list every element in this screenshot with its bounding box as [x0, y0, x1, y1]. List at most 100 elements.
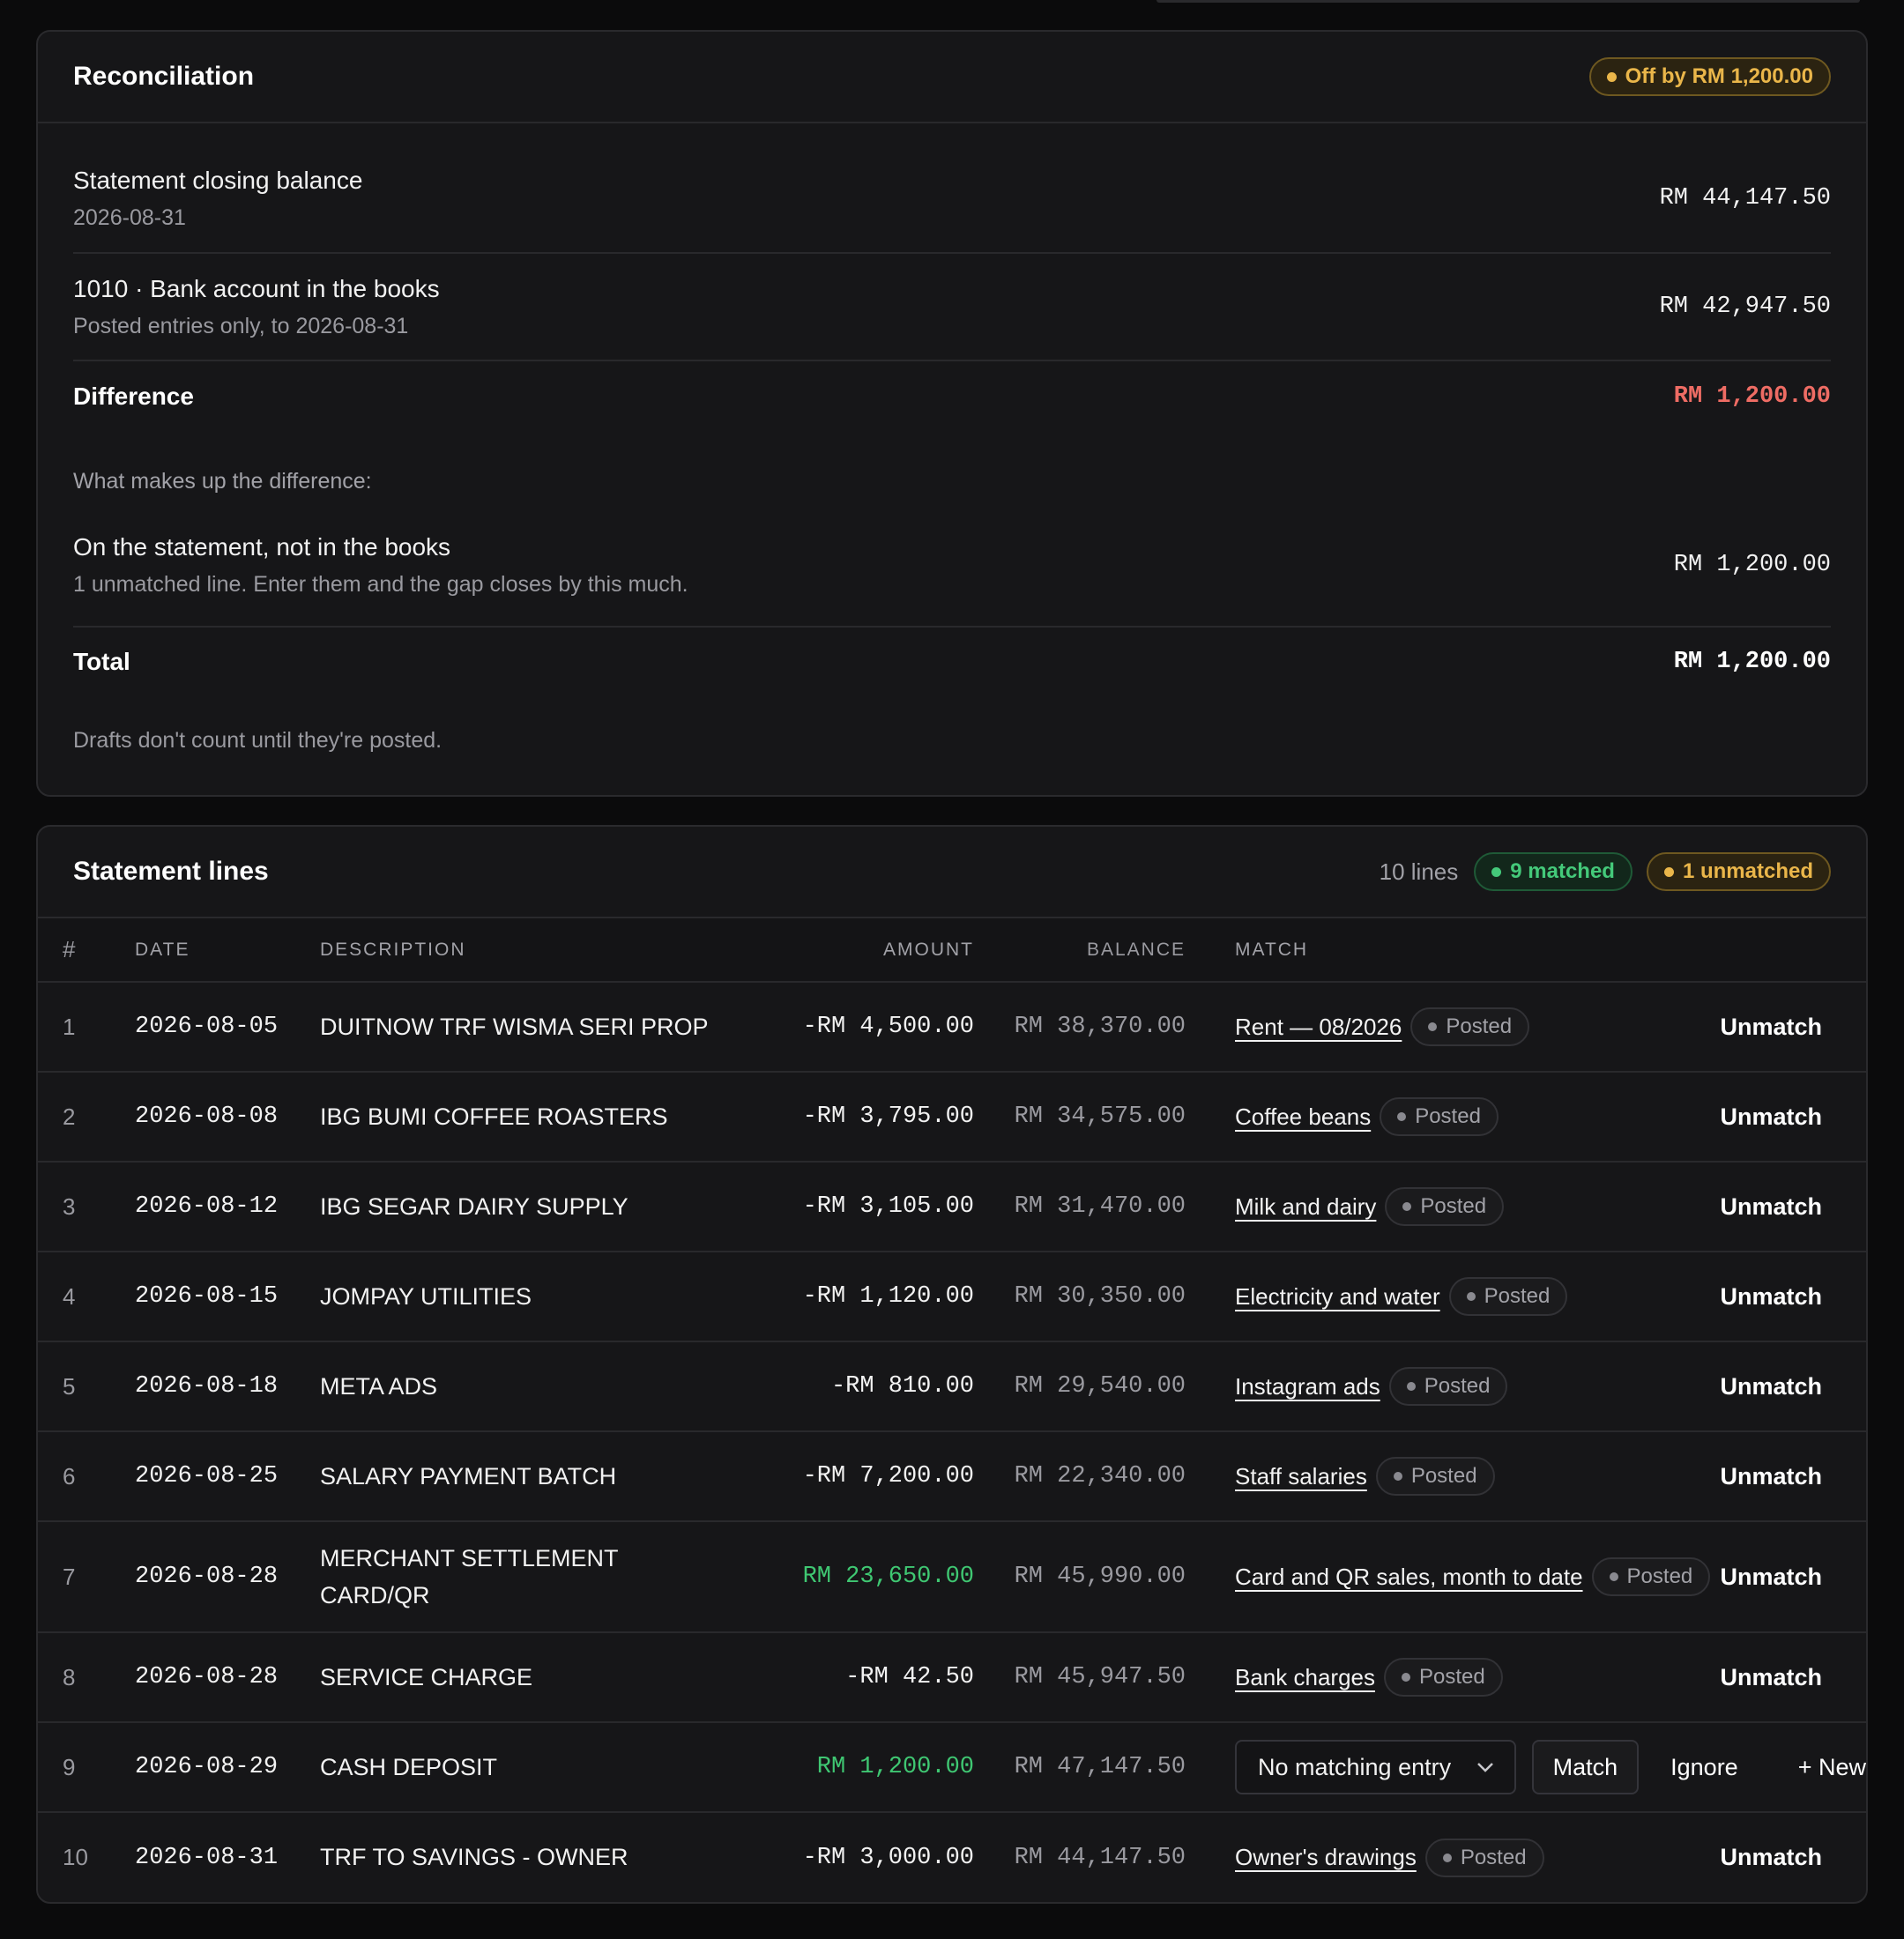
match-entry-select[interactable]: No matching entry	[1235, 1740, 1516, 1794]
posted-dot-icon	[1393, 1472, 1402, 1481]
col-header-description: DESCRIPTION	[320, 918, 761, 983]
table-row: 6 2026-08-25 SALARY PAYMENT BATCH -RM 7,…	[38, 1431, 1866, 1522]
new-entry-button[interactable]: + New	[1798, 1754, 1866, 1781]
row-date: 2026-08-05	[135, 982, 320, 1073]
unmatch-button[interactable]: Unmatch	[1720, 1463, 1822, 1490]
row-date: 2026-08-25	[135, 1431, 320, 1522]
row-number: 5	[38, 1341, 135, 1432]
matched-badge: 9 matched	[1474, 852, 1633, 891]
col-header-amount: AMOUNT	[761, 918, 974, 983]
matched-entry-link[interactable]: Owner's drawings	[1235, 1844, 1417, 1871]
unmatch-button[interactable]: Unmatch	[1720, 1103, 1822, 1130]
row-number: 6	[38, 1431, 135, 1522]
unmatch-button[interactable]: Unmatch	[1720, 1564, 1822, 1590]
row-balance: RM 45,990.00	[974, 1521, 1186, 1633]
row-date: 2026-08-08	[135, 1072, 320, 1163]
table-row: 1 2026-08-05 DUITNOW TRF WISMA SERI PROP…	[38, 982, 1866, 1073]
row-amount: -RM 1,120.00	[761, 1252, 974, 1342]
statement-closing-date: 2026-08-31	[73, 204, 186, 230]
unmatch-button[interactable]: Unmatch	[1720, 1664, 1822, 1690]
table-row: 8 2026-08-28 SERVICE CHARGE -RM 42.50 RM…	[38, 1632, 1866, 1723]
posted-badge: Posted	[1388, 1367, 1508, 1406]
row-date: 2026-08-28	[135, 1521, 320, 1633]
matched-entry-link[interactable]: Milk and dairy	[1235, 1193, 1376, 1221]
table-row: 2 2026-08-08 IBG BUMI COFFEE ROASTERS -R…	[38, 1072, 1866, 1163]
matched-entry-link[interactable]: Coffee beans	[1235, 1103, 1371, 1131]
top-scroll-edge	[1157, 0, 1860, 3]
ignore-button[interactable]: Ignore	[1670, 1754, 1738, 1781]
unmatch-button[interactable]: Unmatch	[1720, 1014, 1822, 1040]
row-balance: RM 22,340.00	[974, 1431, 1186, 1522]
row-description: DUITNOW TRF WISMA SERI PROP	[320, 982, 761, 1073]
posted-label: Posted	[1424, 1374, 1491, 1398]
row-description: IBG SEGAR DAIRY SUPPLY	[320, 1162, 761, 1252]
status-dot-icon	[1606, 71, 1617, 82]
not-in-books-row: On the statement, not in the books 1 unm…	[73, 504, 1831, 626]
matched-entry-link[interactable]: Electricity and water	[1235, 1283, 1440, 1311]
difference-amount: RM 1,200.00	[1673, 383, 1831, 410]
matched-entry-link[interactable]: Bank charges	[1235, 1664, 1375, 1691]
posted-badge: Posted	[1383, 1658, 1503, 1697]
statement-lines-title: Statement lines	[73, 857, 269, 886]
matched-entry-link[interactable]: Card and QR sales, month to date	[1235, 1564, 1583, 1591]
table-row: 5 2026-08-18 META ADS -RM 810.00 RM 29,5…	[38, 1341, 1866, 1432]
matched-entry-link[interactable]: Rent — 08/2026	[1235, 1014, 1402, 1041]
row-balance: RM 44,147.50	[1014, 1844, 1186, 1871]
posted-label: Posted	[1420, 1194, 1487, 1218]
posted-dot-icon	[1402, 1202, 1412, 1211]
posted-label: Posted	[1626, 1564, 1693, 1588]
table-header-row: # DATE DESCRIPTION AMOUNT BALANCE MATCH	[38, 918, 1866, 983]
posted-label: Posted	[1415, 1104, 1481, 1128]
posted-badge: Posted	[1375, 1457, 1495, 1496]
difference-breakdown-heading: What makes up the difference:	[73, 469, 372, 494]
posted-dot-icon	[1609, 1572, 1618, 1581]
row-balance: RM 34,575.00	[974, 1072, 1186, 1163]
row-amount: -RM 3,795.00	[761, 1072, 974, 1163]
row-description: SALARY PAYMENT BATCH	[320, 1431, 761, 1522]
col-header-actions	[1637, 918, 1866, 983]
match-button[interactable]: Match	[1531, 1740, 1640, 1794]
posted-dot-icon	[1406, 1382, 1416, 1391]
matched-badge-label: 9 matched	[1510, 859, 1615, 883]
row-number: 4	[38, 1252, 135, 1342]
posted-label: Posted	[1418, 1665, 1485, 1689]
row-description: MERCHANT SETTLEMENT CARD/QR	[320, 1521, 761, 1633]
unmatch-button[interactable]: Unmatch	[1720, 1373, 1822, 1400]
row-description: META ADS	[320, 1341, 761, 1432]
unmatch-button[interactable]: Unmatch	[1720, 1193, 1822, 1220]
posted-badge: Posted	[1448, 1277, 1568, 1316]
row-amount: -RM 810.00	[761, 1341, 974, 1432]
chevron-down-icon	[1476, 1763, 1493, 1772]
row-number: 2	[38, 1072, 135, 1163]
reconciliation-title: Reconciliation	[73, 62, 255, 91]
row-number: 8	[38, 1632, 135, 1723]
unmatch-button[interactable]: Unmatch	[1720, 1283, 1822, 1310]
row-amount: -RM 42.50	[761, 1632, 974, 1723]
row-date: 2026-08-18	[135, 1341, 320, 1432]
posted-badge: Posted	[1385, 1187, 1505, 1226]
statement-closing-row: Statement closing balance 2026-08-31 RM …	[73, 145, 1831, 252]
reconciliation-header: Reconciliation Off by RM 1,200.00	[38, 32, 1866, 123]
row-amount: -RM 7,200.00	[761, 1431, 974, 1522]
reconciliation-card: Reconciliation Off by RM 1,200.00 Statem…	[36, 30, 1868, 797]
posted-label: Posted	[1446, 1014, 1513, 1038]
books-balance-sub: Posted entries only, to 2026-08-31	[73, 313, 409, 338]
row-amount: -RM 3,000.00	[802, 1844, 974, 1871]
col-header-match: MATCH	[1186, 918, 1637, 983]
posted-label: Posted	[1484, 1284, 1551, 1308]
row-description: TRF TO SAVINGS - OWNER	[320, 1844, 628, 1870]
posted-dot-icon	[1466, 1292, 1476, 1301]
total-label: Total	[73, 648, 130, 675]
matched-entry-link[interactable]: Staff salaries	[1235, 1463, 1367, 1490]
table-row-unmatched: 9 2026-08-29 CASH DEPOSIT RM 1,200.00 RM…	[38, 1722, 1866, 1813]
statement-closing-amount: RM 44,147.50	[1659, 185, 1831, 212]
matched-entry-link[interactable]: Instagram ads	[1235, 1373, 1380, 1400]
posted-badge: Posted	[1380, 1097, 1499, 1136]
unmatch-button[interactable]: Unmatch	[1720, 1844, 1822, 1870]
row-balance: RM 45,947.50	[974, 1632, 1186, 1723]
posted-label: Posted	[1460, 1845, 1527, 1869]
not-in-books-label: On the statement, not in the books	[73, 532, 451, 561]
row-amount: RM 23,650.00	[761, 1521, 974, 1633]
unmatched-badge: 1 unmatched	[1646, 852, 1831, 891]
row-balance: RM 47,147.50	[974, 1722, 1186, 1813]
